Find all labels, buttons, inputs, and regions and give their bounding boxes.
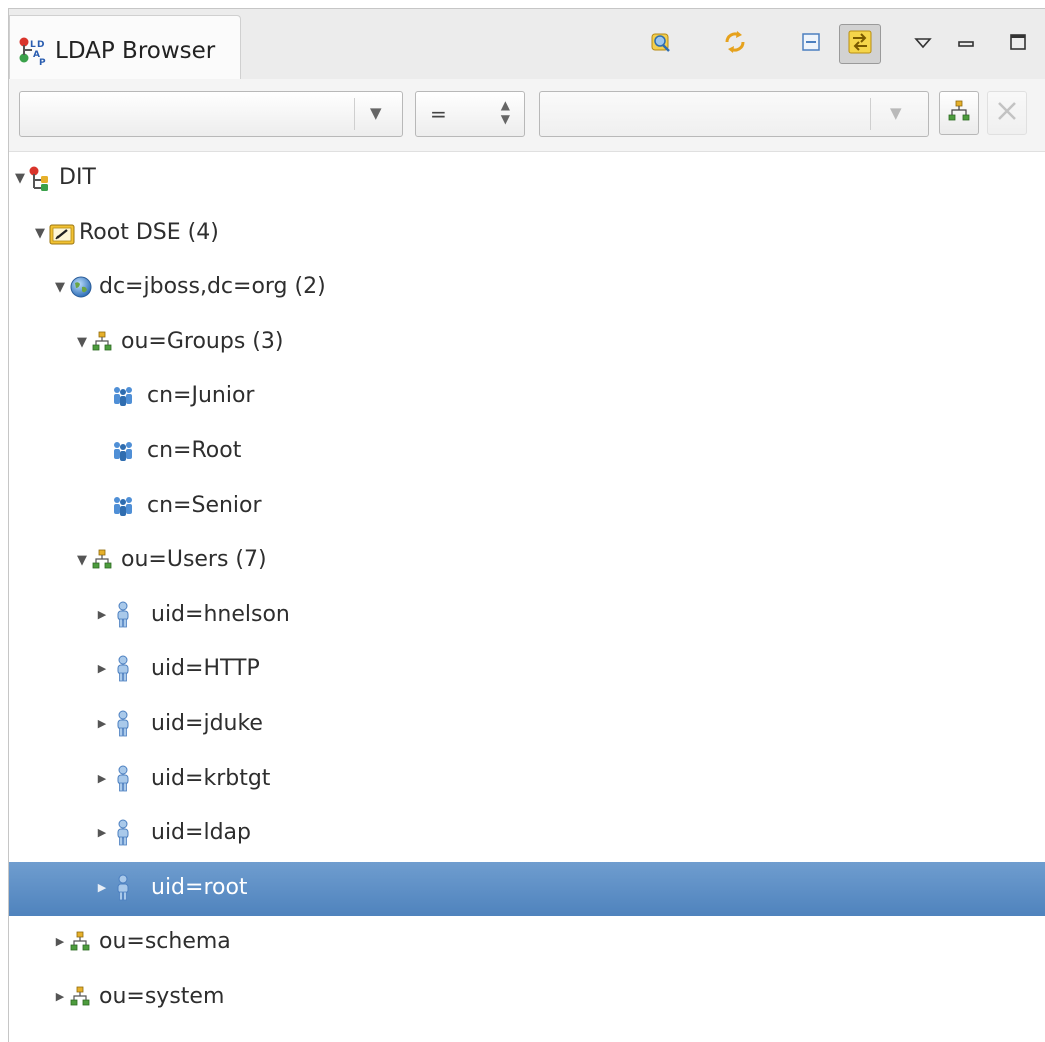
tree-item[interactable]: ▼ Root DSE (4) <box>9 207 1045 261</box>
chevron-down-icon: ▼ <box>890 104 902 122</box>
user-icon <box>115 710 139 737</box>
svg-text:P: P <box>39 58 46 66</box>
operator-value: = <box>430 102 447 126</box>
org-unit-icon <box>69 930 93 956</box>
search-value-combo[interactable]: ▼ <box>539 91 929 137</box>
expand-arrow-icon[interactable]: ▼ <box>33 226 47 241</box>
tree-item[interactable]: ▶ ou=schema <box>9 916 1045 970</box>
spinner-arrows-icon[interactable]: ▲ ▼ <box>501 98 510 126</box>
link-with-editor-icon <box>847 29 873 59</box>
dit-icon <box>29 166 53 192</box>
tree-item-label: dc=jboss,dc=org (2) <box>99 274 326 300</box>
expand-arrow-icon[interactable]: ▼ <box>13 171 27 186</box>
tab-ldap-browser[interactable]: L D A P LDAP Browser <box>9 15 241 79</box>
collapse-arrow-icon[interactable]: ▶ <box>95 662 109 675</box>
tree-item[interactable]: ▶ uid=HTTP <box>9 643 1045 697</box>
tree-item[interactable]: ▶ uid=root <box>9 861 1045 916</box>
tree-item-label: ou=Users (7) <box>121 547 267 573</box>
tree-item[interactable]: cn=Root <box>9 425 1045 479</box>
globe-icon <box>69 275 93 301</box>
user-icon <box>115 819 139 846</box>
tree-item[interactable]: cn=Senior <box>9 480 1045 534</box>
collapse-arrow-icon[interactable]: ▶ <box>53 935 67 948</box>
refresh-icon <box>722 29 748 59</box>
clear-filter-button[interactable] <box>987 91 1027 135</box>
expand-arrow-icon[interactable]: ▼ <box>75 553 89 568</box>
svg-text:D: D <box>37 40 44 50</box>
chevron-down-icon[interactable]: ▼ <box>370 104 382 122</box>
filter-bar: ▼ = ▲ ▼ ▼ <box>9 79 1045 152</box>
tree-item-label: cn=Root <box>147 438 242 463</box>
collapse-all-icon <box>800 31 822 57</box>
collapse-arrow-icon[interactable]: ▶ <box>95 881 109 894</box>
tree-item-label: uid=ldap <box>151 820 251 846</box>
minimize-icon <box>957 35 975 54</box>
tree-item[interactable]: ▼ DIT <box>9 152 1045 206</box>
tree-item-label: ou=Groups (3) <box>121 328 284 354</box>
tree-item[interactable]: ▼ ou=Users (7) <box>9 534 1045 588</box>
tree-item-label: DIT <box>59 165 96 190</box>
expand-arrow-icon[interactable]: ▼ <box>53 280 67 295</box>
tree-item-label: cn=Senior <box>147 492 262 518</box>
operator-combo[interactable]: = ▲ ▼ <box>415 91 525 137</box>
user-icon <box>115 874 139 901</box>
minimize-button[interactable] <box>950 28 982 60</box>
org-unit-icon <box>69 985 93 1011</box>
tree-item-label: Root DSE (4) <box>79 219 219 245</box>
user-icon <box>115 601 139 628</box>
tree-item-label: uid=root <box>151 874 248 900</box>
tree-item[interactable]: cn=Junior <box>9 370 1045 424</box>
collapse-arrow-icon[interactable]: ▶ <box>53 990 67 1003</box>
group-icon <box>111 439 135 465</box>
tree-item[interactable]: ▶ uid=hnelson <box>9 589 1045 643</box>
view-menu-button[interactable] <box>907 28 939 60</box>
apply-filter-icon <box>947 99 971 127</box>
link-with-editor-button[interactable] <box>839 24 881 64</box>
maximize-icon <box>1009 33 1027 55</box>
view-tab-bar: L D A P LDAP Browser <box>9 9 1045 79</box>
user-icon <box>115 765 139 791</box>
collapse-arrow-icon[interactable]: ▶ <box>95 717 109 730</box>
apply-filter-button[interactable] <box>939 91 979 135</box>
group-icon <box>111 384 135 410</box>
open-quick-search-icon <box>649 30 673 58</box>
tree-item-label: uid=jduke <box>151 711 263 736</box>
svg-text:L: L <box>30 40 36 50</box>
refresh-button[interactable] <box>719 28 751 60</box>
user-icon <box>115 655 139 682</box>
ldap-browser-view: L D A P LDAP Browser ▼ = ▲ ▼ ▼ ▼ DIT ▼ R… <box>8 8 1045 1042</box>
tree-item-label: cn=Junior <box>147 383 255 409</box>
tree-item-label: ou=system <box>99 984 225 1009</box>
tree-item[interactable]: ▶ ou=system <box>9 971 1045 1025</box>
root-dse-icon <box>49 223 75 249</box>
expand-arrow-icon[interactable]: ▼ <box>75 335 89 350</box>
group-icon <box>111 494 135 520</box>
org-unit-icon <box>91 548 115 574</box>
clear-filter-icon <box>995 99 1019 127</box>
attribute-combo[interactable]: ▼ <box>19 91 403 137</box>
tree-item[interactable]: ▼ ou=Groups (3) <box>9 316 1045 370</box>
tree-item[interactable]: ▼ dc=jboss,dc=org (2) <box>9 261 1045 315</box>
tree-item[interactable]: ▶ uid=krbtgt <box>9 753 1045 807</box>
tree-item-label: uid=krbtgt <box>151 765 271 791</box>
tree-item[interactable]: ▶ uid=jduke <box>9 698 1045 752</box>
collapse-arrow-icon[interactable]: ▶ <box>95 608 109 621</box>
tree-item-label: uid=hnelson <box>151 601 290 627</box>
tree-item-label: ou=schema <box>99 929 231 955</box>
org-unit-icon <box>91 330 115 356</box>
collapse-arrow-icon[interactable]: ▶ <box>95 772 109 785</box>
ldap-browser-icon: L D A P <box>18 36 46 68</box>
collapse-all-button[interactable] <box>795 28 827 60</box>
open-quick-search-button[interactable] <box>645 28 677 60</box>
maximize-button[interactable] <box>1002 28 1034 60</box>
tree-item-label: uid=HTTP <box>151 656 260 682</box>
view-title: LDAP Browser <box>55 38 216 64</box>
collapse-arrow-icon[interactable]: ▶ <box>95 826 109 839</box>
view-menu-icon <box>914 35 932 54</box>
tree-item[interactable]: ▶ uid=ldap <box>9 807 1045 861</box>
